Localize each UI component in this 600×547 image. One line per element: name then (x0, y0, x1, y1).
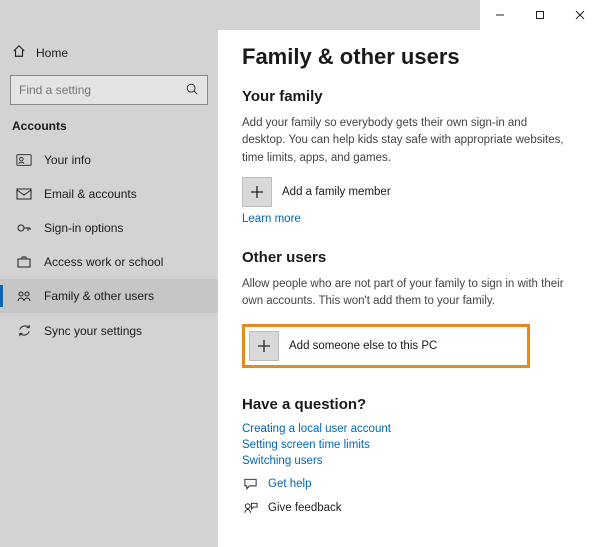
close-button[interactable] (560, 0, 600, 30)
feedback-icon (242, 501, 258, 515)
give-feedback-link[interactable]: Give feedback (242, 501, 576, 515)
question-link[interactable]: Switching users (242, 455, 576, 467)
content-pane: Family & other users Your family Add you… (218, 30, 600, 547)
get-help-link[interactable]: Get help (242, 477, 576, 491)
sidebar-item-your-info[interactable]: Your info (0, 143, 218, 177)
sidebar-home-label: Home (36, 46, 68, 60)
people-icon (16, 289, 32, 303)
add-family-member-label: Add a family member (282, 186, 391, 198)
search-icon (185, 82, 199, 99)
give-feedback-label: Give feedback (268, 502, 342, 514)
sidebar-home[interactable]: Home (0, 36, 218, 69)
question-link[interactable]: Setting screen time limits (242, 439, 576, 451)
sidebar: Home Accounts Your info Em (0, 30, 218, 547)
sidebar-item-access-work-school[interactable]: Access work or school (0, 245, 218, 279)
sidebar-section-title: Accounts (0, 105, 218, 143)
other-users-desc: Allow people who are not part of your fa… (242, 276, 572, 311)
plus-icon (249, 331, 279, 361)
home-icon (12, 44, 26, 61)
sidebar-item-label: Your info (44, 153, 91, 167)
your-family-heading: Your family (242, 88, 576, 105)
sidebar-item-family-other-users[interactable]: Family & other users (0, 279, 218, 313)
add-family-member-button[interactable]: Add a family member (242, 177, 576, 207)
chat-icon (242, 477, 258, 491)
maximize-button[interactable] (520, 0, 560, 30)
sidebar-item-sync-settings[interactable]: Sync your settings (0, 313, 218, 348)
mail-icon (16, 188, 32, 200)
sidebar-item-label: Family & other users (44, 289, 154, 303)
sidebar-item-label: Email & accounts (44, 187, 137, 201)
add-someone-else-button[interactable]: Add someone else to this PC (242, 324, 530, 368)
sync-icon (16, 323, 32, 338)
key-icon (16, 221, 32, 235)
sidebar-item-email-accounts[interactable]: Email & accounts (0, 177, 218, 211)
plus-icon (242, 177, 272, 207)
get-help-label: Get help (268, 478, 311, 490)
search-input[interactable] (10, 75, 208, 105)
other-users-heading: Other users (242, 249, 576, 266)
page-title: Family & other users (242, 44, 576, 70)
have-a-question-heading: Have a question? (242, 396, 576, 413)
sidebar-item-label: Access work or school (44, 255, 163, 269)
briefcase-icon (16, 255, 32, 269)
question-link[interactable]: Creating a local user account (242, 423, 576, 435)
person-badge-icon (16, 153, 32, 167)
sidebar-item-signin-options[interactable]: Sign-in options (0, 211, 218, 245)
sidebar-item-label: Sync your settings (44, 324, 142, 338)
search-field[interactable] (19, 83, 185, 97)
your-family-desc: Add your family so everybody gets their … (242, 115, 572, 167)
add-someone-else-label: Add someone else to this PC (289, 340, 437, 352)
learn-more-link[interactable]: Learn more (242, 213, 576, 225)
sidebar-item-label: Sign-in options (44, 221, 123, 235)
minimize-button[interactable] (480, 0, 520, 30)
